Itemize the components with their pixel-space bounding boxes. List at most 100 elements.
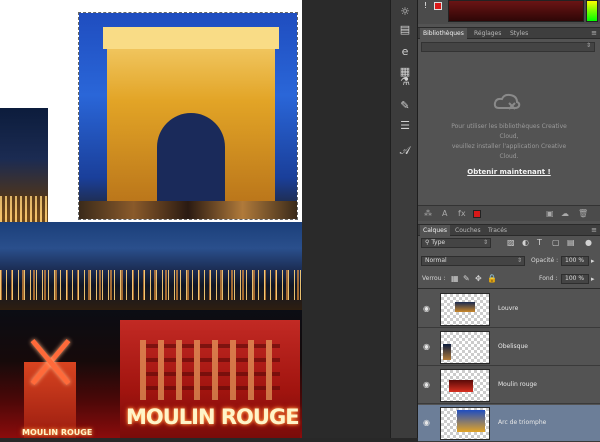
right-panel: ! Bibliothèques Réglages Styles ≡ ⇕ Pour… [418,0,600,442]
blend-mode-select[interactable]: Normal ⇕ [421,256,525,266]
arc-de-triomphe-photo[interactable] [79,13,297,219]
filter-kind-label: Type [431,239,446,246]
puzzle-icon[interactable]: ⚗ [395,72,415,90]
layer-thumbnail [440,369,490,402]
tab-reglages[interactable]: Réglages [471,28,504,39]
chevron-down-icon: ⇕ [516,257,522,264]
text-mini-icon[interactable]: e [395,42,415,60]
layers-list: ◉ Louvre ◉ Obelisque ◉ Moulin rouge ◉ Ar… [418,288,600,442]
moulin-windows [140,340,280,400]
moulin-rouge-small-sign: MOULIN ROUGE [22,428,93,437]
lock-position-icon[interactable]: ✥ [475,274,482,284]
foreground-swatch[interactable] [434,2,442,10]
creative-cloud-icon [493,93,521,110]
gamut-warning-icon[interactable]: ! [424,1,427,10]
opacity-label: Opacité : [531,257,559,264]
message-line: veuillez installer l'application Creativ… [451,143,567,150]
panel-icon-strip: ☼ ▤ e ▦ ⚗ ✎ ☰ 𝒜 [390,0,418,438]
eye-icon[interactable]: ◉ [423,342,430,351]
opacity-slider-toggle[interactable]: ▸ [591,256,595,266]
lock-row: Verrou : ▦ ✎ ✥ 🔒 Fond : 100 % ▸ [421,274,597,285]
layer-row-moulin-rouge[interactable]: ◉ Moulin rouge [418,367,600,404]
chevron-down-icon: ⇕ [482,239,488,246]
message-line: Cloud, [499,133,519,140]
libraries-footer: ⁂ A fx ▣ ☁ 🗑 [418,205,600,221]
add-color-swatch[interactable] [473,210,481,218]
blend-row: Normal ⇕ Opacité : 100 % ▸ [421,256,597,267]
panel-menu-icon[interactable]: ≡ [591,28,597,39]
eye-icon[interactable]: ◉ [423,418,430,427]
filter-row: ⚲ Type ⇕ ▨ ◐ T ▢ ▤ ● [421,238,597,249]
sliders-icon[interactable]: ☰ [395,116,415,134]
lock-all-icon[interactable]: 🔒 [487,274,497,284]
lock-transparency-icon[interactable]: ▦ [451,274,459,284]
paris-skyline-photo[interactable] [0,222,302,310]
layers-tab-bar: Calques Couches Tracés ≡ [418,224,600,236]
character-style-icon[interactable]: ⁂ [424,209,432,218]
type-icon[interactable]: 𝒜 [395,142,415,160]
pasteboard [302,0,390,438]
fill-label: Fond : [539,275,558,282]
trash-icon[interactable]: 🗑 [578,209,588,218]
opacity-value: 100 % [565,257,585,264]
filter-toggle-icon[interactable]: ● [585,238,592,248]
text-style-icon[interactable]: A [442,209,447,218]
hue-slider[interactable] [586,0,598,22]
libraries-message: Pour utiliser les bibliothèques Creative… [438,122,580,162]
eye-icon[interactable]: ◉ [423,380,430,389]
graphic-icon[interactable]: ▣ [546,209,554,218]
smart-object-filter-icon[interactable]: ▤ [567,238,575,248]
brush-icon[interactable]: ✎ [395,96,415,114]
lock-pixels-icon[interactable]: ✎ [463,274,470,284]
layer-name[interactable]: Arc de triomphe [498,419,546,426]
shape-filter-icon[interactable]: ▢ [552,238,560,248]
message-line: Cloud. [499,153,519,160]
arc-attic [103,27,279,49]
eye-icon[interactable]: ◉ [423,304,430,313]
document-canvas[interactable]: MOULIN ROUGE MOULIN ROUGE [0,0,302,438]
get-it-now-link[interactable]: Obtenir maintenant ! [418,168,600,176]
message-line: Pour utiliser les bibliothèques Creative [451,123,567,130]
sun-icon[interactable]: ☼ [395,2,415,20]
type-filter-icon[interactable]: T [537,238,542,248]
thumbnail-image [449,380,473,392]
blend-mode-value: Normal [425,257,447,264]
filter-kind-select[interactable]: ⚲ Type ⇕ [421,238,491,248]
library-select[interactable]: ⇕ [421,42,595,52]
pixel-filter-icon[interactable]: ▨ [507,238,515,248]
fill-value: 100 % [565,275,585,282]
tab-bibliotheques[interactable]: Bibliothèques [420,28,467,39]
thumbnail-image [455,302,475,312]
tab-traces[interactable]: Tracés [485,225,510,236]
tab-styles[interactable]: Styles [507,28,531,39]
layers-mini-icon[interactable]: ▤ [395,20,415,38]
color-field[interactable] [448,0,584,22]
libraries-tab-bar: Bibliothèques Réglages Styles ≡ [418,27,600,39]
thumbnail-image [457,410,485,432]
layer-row-arc-de-triomphe[interactable]: ◉ Arc de triomphe [418,405,600,442]
layer-name[interactable]: Louvre [498,305,518,312]
panel-menu-icon[interactable]: ≡ [591,225,597,236]
tab-couches[interactable]: Couches [452,225,484,236]
adjustment-filter-icon[interactable]: ◐ [522,238,529,248]
layer-row-louvre[interactable]: ◉ Louvre [418,291,600,328]
city-lights [0,270,302,300]
fill-input[interactable]: 100 % [561,274,589,284]
layer-row-obelisque[interactable]: ◉ Obelisque [418,329,600,366]
layer-thumbnail [440,331,490,364]
chevron-down-icon: ⇕ [585,42,591,49]
opacity-input[interactable]: 100 % [561,256,589,266]
layer-name[interactable]: Obelisque [498,343,528,350]
color-picker: ! [418,0,600,24]
arc-archway [157,113,225,207]
layer-name[interactable]: Moulin rouge [498,381,537,388]
cloud-sync-icon[interactable]: ☁ [561,209,569,218]
fill-slider-toggle[interactable]: ▸ [591,274,595,284]
tab-calques[interactable]: Calques [420,225,450,236]
thumbnail-image [443,344,451,360]
layer-thumbnail [440,407,490,440]
moulin-rouge-photo[interactable]: MOULIN ROUGE MOULIN ROUGE [0,310,302,438]
layer-style-icon[interactable]: fx [458,209,466,218]
traffic-lights [79,201,297,219]
lock-label: Verrou : [422,275,446,282]
